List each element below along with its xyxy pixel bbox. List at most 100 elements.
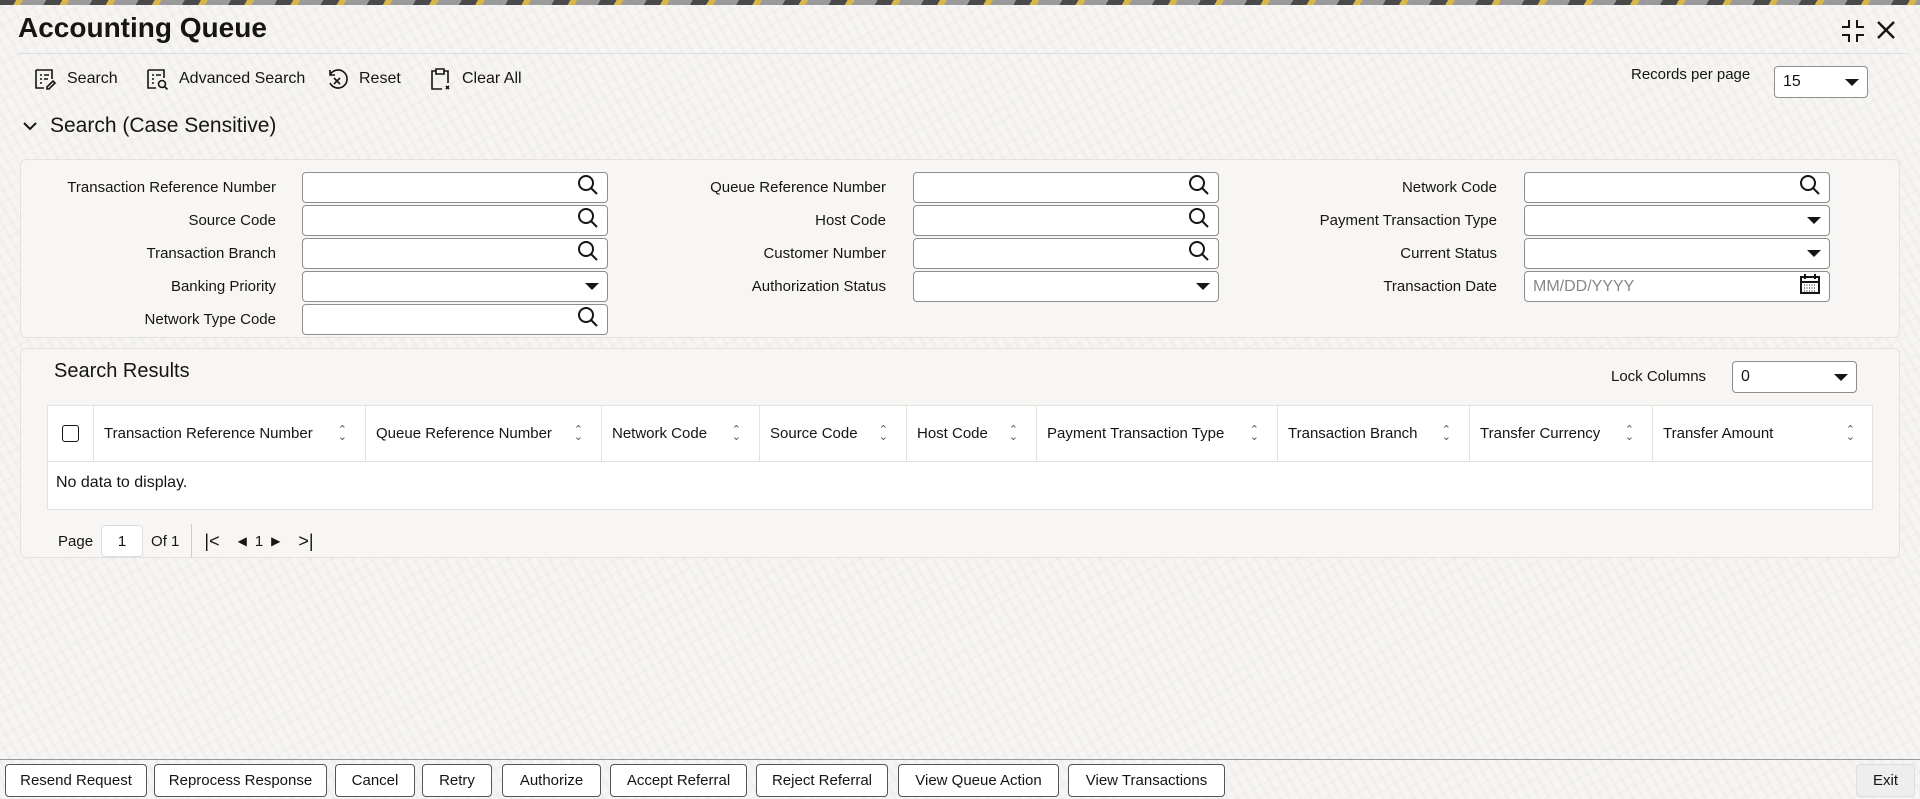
- advanced-search-button[interactable]: Advanced Search: [145, 66, 305, 92]
- column-header-host-code[interactable]: Host Code ⌃ ⌄: [907, 406, 1037, 462]
- column-header-label: Payment Transaction Type: [1047, 425, 1225, 442]
- payment-transaction-type-select[interactable]: [1524, 205, 1830, 236]
- column-header-network-code[interactable]: Network Code ⌃ ⌄: [602, 406, 760, 462]
- records-per-page-value: 15: [1783, 73, 1801, 90]
- sort-icon[interactable]: ⌃ ⌄: [732, 424, 741, 442]
- transaction-branch-label: Transaction Branch: [146, 245, 276, 262]
- column-header-label: Transfer Currency: [1480, 425, 1601, 442]
- transaction-date-input[interactable]: MM/DD/YYYY: [1524, 271, 1830, 302]
- search-icon[interactable]: [577, 207, 599, 234]
- accept-referral-button[interactable]: Accept Referral: [610, 764, 747, 797]
- transaction-reference-number-input[interactable]: [302, 172, 608, 203]
- cancel-button[interactable]: Cancel: [335, 764, 415, 797]
- sort-icon[interactable]: ⌃ ⌄: [574, 424, 583, 442]
- column-header-transfer-currency[interactable]: Transfer Currency ⌃ ⌄: [1470, 406, 1653, 462]
- top-banner: [0, 0, 1920, 5]
- chevron-down-icon[interactable]: [1196, 283, 1210, 290]
- sort-icon[interactable]: ⌃ ⌄: [1846, 424, 1855, 442]
- payment-transaction-type-label: Payment Transaction Type: [1319, 212, 1497, 229]
- minimize-icon[interactable]: [1840, 18, 1866, 49]
- current-status-label: Current Status: [1400, 245, 1497, 262]
- search-icon[interactable]: [577, 240, 599, 267]
- sort-icon[interactable]: ⌃ ⌄: [1442, 424, 1451, 442]
- column-header-queue-reference-number[interactable]: Queue Reference Number ⌃ ⌄: [366, 406, 602, 462]
- clipboard-clear-icon: [431, 68, 450, 90]
- reprocess-response-button[interactable]: Reprocess Response: [154, 764, 327, 797]
- calendar-icon[interactable]: [1799, 273, 1821, 300]
- chevron-down-icon[interactable]: [1807, 217, 1821, 224]
- search-section-toggle[interactable]: Search (Case Sensitive): [22, 114, 276, 138]
- sort-icon[interactable]: ⌃ ⌄: [1009, 424, 1018, 442]
- view-queue-action-button[interactable]: View Queue Action: [898, 764, 1059, 797]
- customer-number-input[interactable]: [913, 238, 1219, 269]
- lock-columns-select[interactable]: 0: [1732, 361, 1857, 393]
- column-header-label: Network Code: [612, 425, 708, 442]
- sort-icon[interactable]: ⌃ ⌄: [879, 424, 888, 442]
- records-per-page-select[interactable]: 15: [1774, 66, 1868, 98]
- banking-priority-select[interactable]: [302, 271, 608, 302]
- reset-button[interactable]: Reset: [325, 66, 401, 92]
- search-icon[interactable]: [1188, 207, 1210, 234]
- host-code-input[interactable]: [913, 205, 1219, 236]
- network-type-code-input[interactable]: [302, 304, 608, 335]
- transaction-reference-number-label: Transaction Reference Number: [67, 179, 276, 196]
- column-header-label: Transaction Reference Number: [104, 425, 313, 442]
- chevron-down-icon: [23, 122, 37, 131]
- current-status-select[interactable]: [1524, 238, 1830, 269]
- reject-referral-button[interactable]: Reject Referral: [756, 764, 888, 797]
- network-type-code-label: Network Type Code: [144, 311, 276, 328]
- search-icon[interactable]: [577, 306, 599, 333]
- column-header-transfer-amount[interactable]: Transfer Amount ⌃ ⌄: [1653, 406, 1872, 462]
- search-icon[interactable]: [1799, 174, 1821, 201]
- chevron-down-icon: [1834, 373, 1848, 381]
- customer-number-label: Customer Number: [763, 245, 886, 262]
- clear-all-label: Clear All: [462, 70, 522, 87]
- last-page-icon[interactable]: >|: [298, 531, 313, 552]
- close-icon[interactable]: [1874, 18, 1898, 47]
- reset-icon: [329, 69, 348, 89]
- sort-icon[interactable]: ⌃ ⌄: [1625, 424, 1634, 442]
- page-label: Page: [58, 532, 94, 550]
- host-code-label: Host Code: [815, 212, 886, 229]
- authorization-status-select[interactable]: [913, 271, 1219, 302]
- search-icon[interactable]: [577, 174, 599, 201]
- results-table: Transaction Reference Number ⌃ ⌄ Queue Refe…: [47, 405, 1873, 510]
- first-page-icon[interactable]: |<: [204, 531, 219, 552]
- page-input[interactable]: 1: [101, 525, 144, 557]
- select-all-checkbox[interactable]: [62, 425, 79, 442]
- source-code-input[interactable]: [302, 205, 608, 236]
- transaction-branch-input[interactable]: [302, 238, 608, 269]
- sort-icon[interactable]: ⌃ ⌄: [1250, 424, 1259, 442]
- column-header-payment-transaction-type[interactable]: Payment Transaction Type ⌃ ⌄: [1037, 406, 1278, 462]
- column-header-source-code[interactable]: Source Code ⌃ ⌄: [760, 406, 907, 462]
- chevron-down-icon[interactable]: [585, 283, 599, 290]
- resend-request-button[interactable]: Resend Request: [5, 764, 147, 797]
- column-header-transaction-branch[interactable]: Transaction Branch ⌃ ⌄: [1278, 406, 1470, 462]
- queue-reference-number-label: Queue Reference Number: [710, 179, 886, 196]
- search-section-title: Search (Case Sensitive): [50, 114, 277, 137]
- exit-button[interactable]: Exit: [1856, 764, 1915, 797]
- page-title: Accounting Queue: [18, 12, 267, 43]
- search-form-icon: [35, 69, 57, 90]
- search-icon[interactable]: [1188, 174, 1210, 201]
- clear-all-button[interactable]: Clear All: [428, 66, 522, 92]
- sort-icon[interactable]: ⌃ ⌄: [338, 424, 347, 442]
- network-code-input[interactable]: [1524, 172, 1830, 203]
- advanced-search-icon: [147, 69, 169, 91]
- queue-reference-number-input[interactable]: [913, 172, 1219, 203]
- search-label: Search: [67, 70, 118, 87]
- authorize-button[interactable]: Authorize: [502, 764, 601, 797]
- select-all-cell: [48, 406, 94, 462]
- view-transactions-button[interactable]: View Transactions: [1068, 764, 1225, 797]
- empty-message: No data to display.: [56, 474, 188, 491]
- chevron-down-icon[interactable]: [1807, 250, 1821, 257]
- search-icon[interactable]: [1188, 240, 1210, 267]
- next-page-icon[interactable]: ▶: [271, 534, 280, 548]
- previous-page-icon[interactable]: ◀: [238, 534, 247, 548]
- network-code-label: Network Code: [1401, 179, 1497, 196]
- retry-button[interactable]: Retry: [422, 764, 492, 797]
- search-results-title: Search Results: [54, 360, 190, 382]
- column-header-transaction-reference-number[interactable]: Transaction Reference Number ⌃ ⌄: [94, 406, 366, 462]
- search-button[interactable]: Search: [33, 66, 118, 92]
- column-header-label: Queue Reference Number: [376, 425, 552, 442]
